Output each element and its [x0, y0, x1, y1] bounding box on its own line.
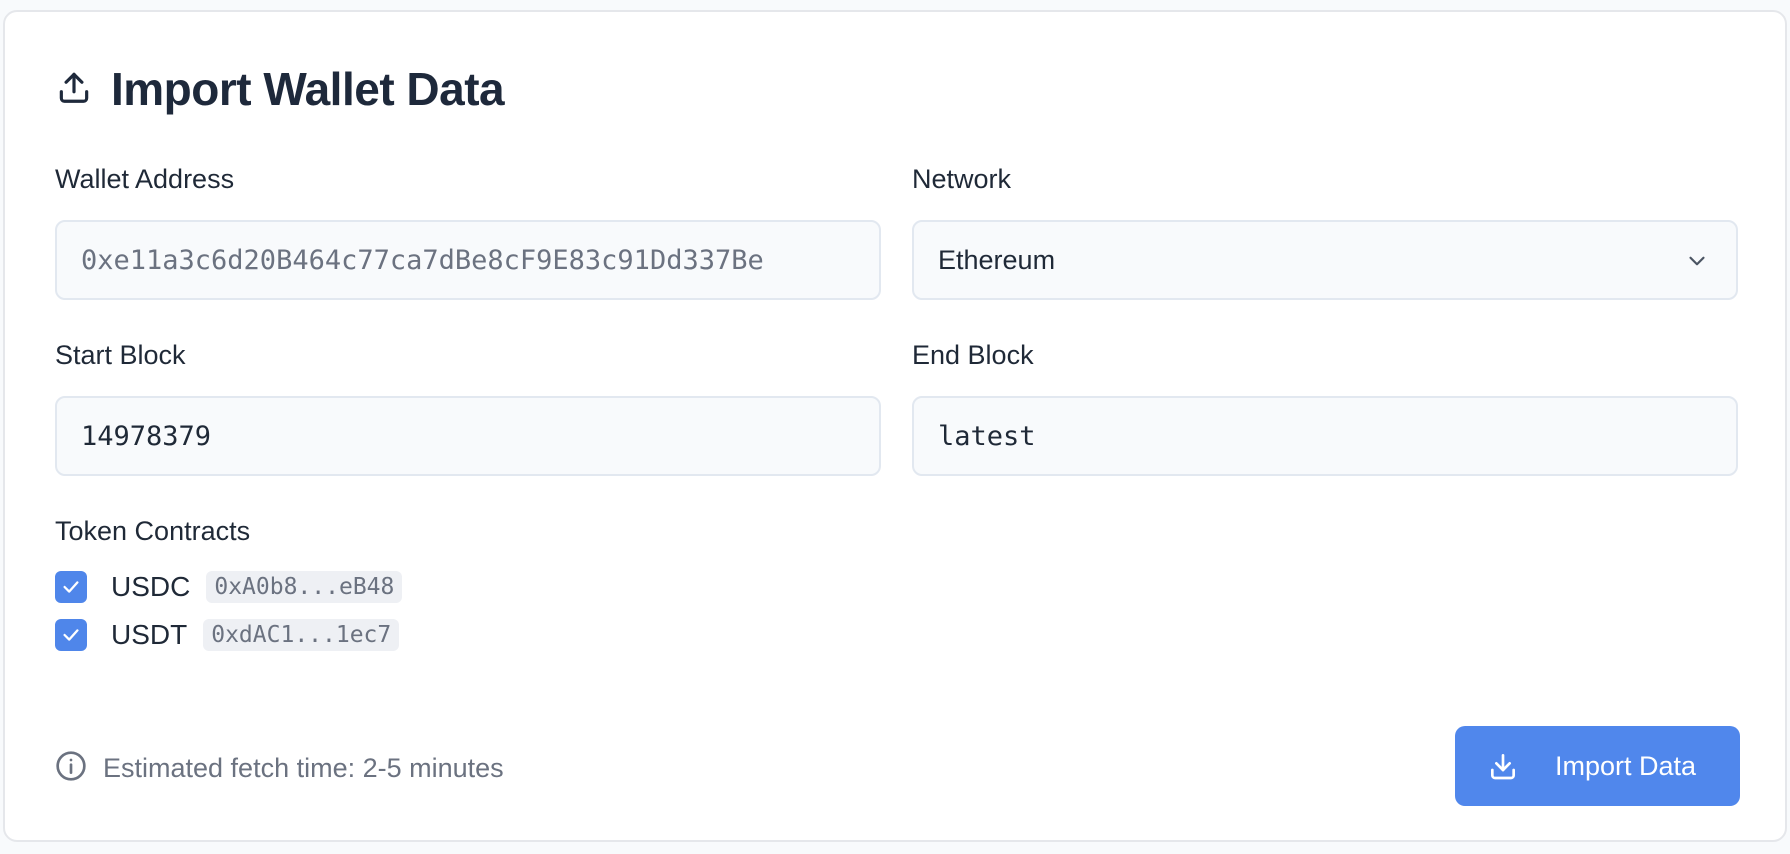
- end-block-label: End Block: [912, 340, 1034, 370]
- card-header: Import Wallet Data: [55, 62, 505, 116]
- chevron-down-icon: [1684, 248, 1710, 274]
- network-select[interactable]: Ethereum: [912, 220, 1738, 300]
- start-block-label: Start Block: [55, 340, 186, 370]
- import-data-label: Import Data: [1555, 750, 1697, 781]
- usdc-checkbox[interactable]: [55, 571, 87, 603]
- fetch-time-info: Estimated fetch time: 2-5 minutes: [55, 750, 504, 787]
- usdt-checkbox[interactable]: [55, 619, 87, 651]
- start-block-value: 14978379: [81, 420, 212, 452]
- end-block-input[interactable]: latest: [912, 396, 1738, 476]
- import-data-button[interactable]: Import Data: [1455, 726, 1740, 806]
- download-icon: [1491, 754, 1515, 780]
- network-selected-value: Ethereum: [938, 244, 1056, 275]
- checkmark-icon: [63, 581, 79, 593]
- token-contracts-label: Token Contracts: [55, 516, 251, 546]
- checkmark-icon: [63, 629, 79, 641]
- token-item-usdc: USDC 0xA0b8...eB48: [55, 570, 403, 604]
- network-label: Network: [912, 164, 1012, 194]
- fetch-time-text: Estimated fetch time: 2-5 minutes: [103, 753, 504, 783]
- wallet-address-placeholder: 0xe11a3c6d20B464c77ca7dBe8cF9E83c91Dd337…: [81, 244, 764, 276]
- token-name: USDT: [111, 619, 188, 650]
- import-wallet-card: Import Wallet Data Wallet Address 0xe11a…: [3, 10, 1787, 842]
- token-address: 0xdAC1...1ec7: [203, 619, 400, 651]
- token-item-usdt: USDT 0xdAC1...1ec7: [55, 618, 400, 652]
- upload-icon: [55, 68, 93, 111]
- page-title: Import Wallet Data: [111, 63, 505, 115]
- info-icon: [55, 750, 87, 787]
- start-block-input[interactable]: 14978379: [55, 396, 881, 476]
- wallet-address-input[interactable]: 0xe11a3c6d20B464c77ca7dBe8cF9E83c91Dd337…: [55, 220, 881, 300]
- end-block-value: latest: [938, 420, 1036, 452]
- wallet-address-label: Wallet Address: [55, 164, 235, 194]
- token-name: USDC: [111, 571, 191, 602]
- token-address: 0xA0b8...eB48: [206, 571, 403, 603]
